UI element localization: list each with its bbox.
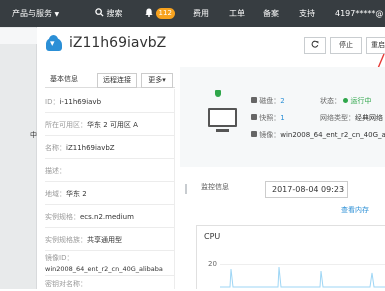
section-bar [185,184,187,194]
status-label: 状态： [320,97,341,105]
info-label: 实例规格： [45,213,80,221]
restart-button[interactable]: 重启 [366,37,385,54]
snapshot-icon [251,114,257,120]
products-menu[interactable]: 产品与服务 ▼ [12,0,59,27]
image-label: 镜像： [259,131,281,139]
tickets-link[interactable]: 工单 [229,0,245,27]
info-value: iZ11h69iavbZ [66,144,115,152]
info-label: 地域： [45,190,66,198]
refresh-icon [311,40,319,49]
notifications-button[interactable]: 112 [145,0,175,27]
billing-link[interactable]: 费用 [193,0,209,27]
products-label: 产品与服务 [12,9,52,18]
basic-info-list: ID：i-11h69iavb 所在可用区：华东 2 可用区 A 名称：iZ11h… [45,89,175,289]
network-label: 网络类型： [320,114,355,122]
info-label: ID： [45,98,60,106]
info-value: 华东 2 [66,190,87,198]
shield-icon [215,90,221,97]
info-label: 所在可用区： [45,121,87,129]
tab-basic-info[interactable]: 基本信息 [45,73,83,88]
info-row-id: ID：i-11h69iavb [45,91,175,113]
monitor-icon [208,108,237,127]
instance-cloud-icon [46,35,62,51]
info-row-zone: 所在可用区：华东 2 可用区 A [45,114,175,136]
network-info: 网络类型：经典网络 [320,113,383,123]
date-range-picker[interactable]: 2017-08-04 09:23 - 2017-08- [265,181,348,198]
disk-icon [251,97,257,103]
search-icon [95,8,107,18]
image-icon [251,131,257,137]
disk-count[interactable]: 磁盘：2 [251,96,285,106]
image-value: win2008_64_ent_r2_cn_40G_alib [280,131,385,139]
search-label: 搜索 [106,9,123,18]
more-button[interactable]: 更多▾ [141,73,173,88]
chart-title: CPU [204,232,221,241]
search-button[interactable]: 搜索 [95,0,123,27]
info-row-region: 地域：华东 2 [45,183,175,205]
instance-title: iZ11h69iavbZ [69,35,167,51]
monitor-title: 监控信息 [201,183,229,191]
info-label: 名称： [45,144,66,152]
disk-label: 磁盘： [259,97,281,105]
info-row-instance-family: 实例规格族：共享通用型 [45,229,175,251]
info-value: 华东 2 可用区 A [87,121,138,129]
network-value: 经典网络 [355,114,383,122]
cpu-series-line [220,266,385,288]
y-tick-label: 20 [208,260,217,268]
info-label: 镜像ID： [45,254,74,262]
account-menu[interactable]: 4197*****@ [335,0,383,27]
snapshot-label: 快照： [259,114,281,122]
main-content: iZ11h69iavbZ 停止 重启 基本信息 远程连接 更多▾ ID：i-11… [37,27,385,289]
top-nav: 产品与服务 ▼ 搜索 112 费用 工单 备案 支持 4197*****@ [0,0,385,27]
bell-icon [145,8,156,18]
sidebar-item-active[interactable] [0,28,37,44]
status-info: 状态： 运行中 [320,96,371,106]
remote-connect-button[interactable]: 远程连接 [97,73,137,88]
info-label: 实例规格族： [45,236,87,244]
info-label: 密钥对名称： [45,280,87,288]
info-label: 描述： [45,167,66,175]
chevron-down-icon: ▼ [54,11,60,18]
snapshot-count[interactable]: 快照：1 [251,113,285,123]
info-value: win2008_64_ent_r2_cn_40G_alibaba [45,265,163,273]
info-tabs: 基本信息 远程连接 更多▾ [45,72,175,88]
info-value: ecs.n2.medium [80,213,134,221]
refresh-button[interactable] [304,37,326,54]
info-row-instance-type: 实例规格：ecs.n2.medium [45,206,175,228]
status-value: 运行中 [350,97,372,105]
status-dot-icon [343,98,349,103]
info-row-description: 描述： [45,160,175,182]
monitor-stand-icon [216,129,229,132]
filing-link[interactable]: 备案 [263,0,279,27]
info-row-name: 名称：iZ11h69iavbZ [45,137,175,159]
stop-button[interactable]: 停止 [330,37,362,54]
support-link[interactable]: 支持 [299,0,315,27]
notification-count-badge: 112 [155,8,175,19]
info-value: 共享通用型 [87,236,122,244]
snapshot-value: 1 [280,114,285,122]
view-memory-link[interactable]: 查看内存 [341,205,369,215]
info-row-image-id: 镜像ID： win2008_64_ent_r2_cn_40G_alibaba [45,252,175,276]
info-value: i-11h69iavb [59,98,102,106]
sidebar: 中 [0,27,37,289]
sidebar-item-label[interactable]: 中 [0,127,37,143]
disk-value: 2 [280,97,285,105]
image-info[interactable]: 镜像：win2008_64_ent_r2_cn_40G_alib [251,130,385,140]
